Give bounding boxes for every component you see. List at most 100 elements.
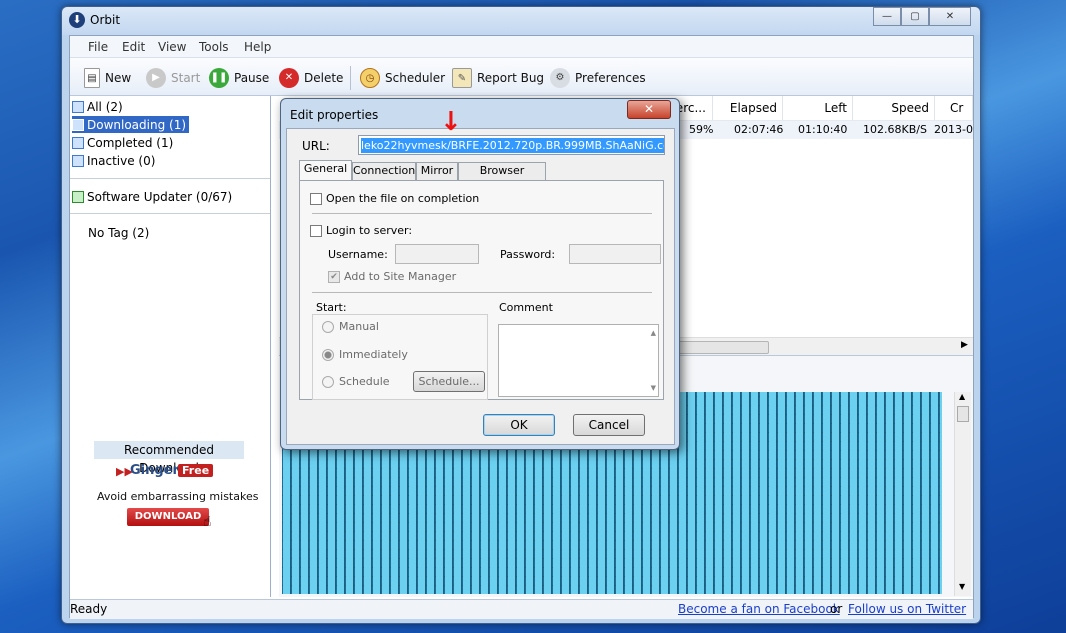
menu-tools[interactable]: Tools xyxy=(199,40,229,54)
checkbox-label: Open the file on completion xyxy=(326,192,480,205)
sidebar-item-no-tag[interactable]: No Tag (2) xyxy=(88,224,152,241)
radio-circle xyxy=(322,348,334,361)
menu-file[interactable]: File xyxy=(88,40,108,54)
manual-radio[interactable]: Manual xyxy=(322,320,379,333)
tab-connection[interactable]: Connection xyxy=(352,162,416,180)
username-label: Username: xyxy=(328,248,388,261)
scrollbar-thumb[interactable] xyxy=(957,406,969,422)
checkbox-box xyxy=(310,192,322,205)
sidebar-item-all[interactable]: All (2) xyxy=(72,98,126,115)
report-bug-label: Report Bug xyxy=(477,71,545,85)
start-button[interactable]: ▶ Start xyxy=(146,66,200,90)
sidebar-item-software-updater[interactable]: Software Updater (0/67) xyxy=(72,188,235,205)
column-header-speed[interactable]: Speed xyxy=(853,96,935,121)
column-header-elapsed[interactable]: Elapsed xyxy=(713,96,783,121)
check-icon: ✔ xyxy=(328,270,340,283)
preferences-button[interactable]: ⚙ Preferences xyxy=(550,66,646,90)
open-on-completion-checkbox[interactable]: Open the file on completion xyxy=(310,192,479,205)
close-window-button[interactable]: ✕ xyxy=(929,7,971,26)
clock-icon: ◷ xyxy=(360,68,380,88)
cell-speed: 102.68KB/S xyxy=(863,123,927,136)
schedule-button[interactable]: Schedule... xyxy=(413,371,485,392)
twitter-link[interactable]: Follow us on Twitter xyxy=(848,602,966,616)
scroll-down-icon[interactable]: ▼ xyxy=(959,582,965,591)
dialog-body: ↓ URL: leko22hyvmesk/BRFE.2012.720p.BR.9… xyxy=(286,107,675,445)
completed-icon xyxy=(72,136,84,149)
start-label: Start: xyxy=(316,301,347,314)
divider xyxy=(312,213,652,214)
cancel-button[interactable]: Cancel xyxy=(573,414,645,436)
menu-edit[interactable]: Edit xyxy=(122,40,145,54)
checkbox-label: Login to server: xyxy=(326,224,413,237)
cell-elapsed: 02:07:46 xyxy=(734,123,784,136)
comment-field[interactable]: ▲ ▼ xyxy=(498,324,659,397)
title-bar[interactable]: ⬇ Orbit — ▢ ✕ xyxy=(62,7,980,35)
tab-mirror[interactable]: Mirror xyxy=(416,162,458,180)
sidebar-item-label: Software Updater (0/67) xyxy=(87,189,233,204)
play-icon: ▶ xyxy=(146,68,166,88)
menu-view[interactable]: View xyxy=(158,40,186,54)
maximize-button[interactable]: ▢ xyxy=(901,7,929,26)
red-arrow-down-icon: ↓ xyxy=(440,107,462,137)
schedule-radio[interactable]: Schedule xyxy=(322,375,390,388)
download-icon xyxy=(72,118,84,131)
menu-bar: File Edit View Tools Help xyxy=(70,36,973,58)
tools-icon: ⚙ xyxy=(550,68,570,88)
ok-button[interactable]: OK xyxy=(483,414,555,436)
updater-icon xyxy=(72,190,84,203)
menu-help[interactable]: Help xyxy=(244,40,271,54)
divider xyxy=(70,213,270,214)
report-bug-button[interactable]: ✎ Report Bug xyxy=(452,66,544,90)
or-text: or xyxy=(830,602,843,616)
vertical-scrollbar[interactable]: ▲ ▼ xyxy=(954,392,971,596)
scheduler-button[interactable]: ◷ Scheduler xyxy=(360,66,445,90)
scroll-down-icon[interactable]: ▼ xyxy=(651,384,656,392)
radio-circle xyxy=(322,320,334,333)
scroll-up-icon[interactable]: ▲ xyxy=(651,329,656,337)
column-header-created[interactable]: Cr xyxy=(935,96,973,121)
ad-product-name[interactable]: Ginger xyxy=(130,463,179,478)
pause-button[interactable]: ❚❚ Pause xyxy=(209,66,269,90)
pause-icon: ❚❚ xyxy=(209,68,229,88)
ad-download-button[interactable]: DOWNLOAD xyxy=(127,508,209,526)
sidebar-item-label: No Tag (2) xyxy=(88,225,150,240)
facebook-link[interactable]: Become a fan on Facebook xyxy=(678,602,840,616)
sidebar-item-downloading[interactable]: Downloading (1) xyxy=(72,116,190,133)
toolbar-separator xyxy=(350,66,351,90)
delete-button[interactable]: ✕ Delete xyxy=(279,66,343,90)
sidebar-item-label: All (2) xyxy=(87,99,123,114)
dialog-close-button[interactable]: ✕ xyxy=(627,100,671,119)
minimize-button[interactable]: — xyxy=(873,7,901,26)
sidebar-item-completed[interactable]: Completed (1) xyxy=(72,134,176,151)
sidebar-item-inactive[interactable]: Inactive (0) xyxy=(72,152,158,169)
scheduler-label: Scheduler xyxy=(385,71,446,85)
inactive-icon xyxy=(72,154,84,167)
tab-general[interactable]: General xyxy=(299,160,352,180)
toolbar: ▤ New ▶ Start ❚❚ Pause ✕ Delete ◷ Schedu… xyxy=(70,58,973,96)
scrollbar-thumb[interactable] xyxy=(677,341,769,354)
sidebar-item-label: Downloading (1) xyxy=(87,117,187,132)
preferences-label: Preferences xyxy=(575,71,646,85)
url-label: URL: xyxy=(302,139,330,153)
url-field[interactable]: leko22hyvmesk/BRFE.2012.720p.BR.999MB.Sh… xyxy=(358,135,665,155)
password-field[interactable] xyxy=(569,244,661,264)
cell-created: 2013-01 xyxy=(934,123,973,136)
immediately-radio[interactable]: Immediately xyxy=(322,348,408,361)
cell-percent: 59% xyxy=(689,123,714,136)
username-field[interactable] xyxy=(395,244,479,264)
add-to-site-manager-checkbox[interactable]: ✔ Add to Site Manager xyxy=(328,270,456,283)
comment-label: Comment xyxy=(499,301,553,314)
login-to-server-checkbox[interactable]: Login to server: xyxy=(310,224,412,237)
column-header-left[interactable]: Left xyxy=(783,96,853,121)
scroll-right-icon[interactable]: ▶ xyxy=(961,340,968,350)
checkbox-box xyxy=(310,224,322,237)
status-bar: Ready Become a fan on Facebook or Follow… xyxy=(70,599,973,619)
new-button[interactable]: ▤ New xyxy=(84,66,131,90)
scroll-up-icon[interactable]: ▲ xyxy=(959,392,965,401)
tab-browser-context[interactable]: Browser Context xyxy=(458,162,546,193)
checkbox-label: Add to Site Manager xyxy=(344,270,457,283)
cell-left: 01:10:40 xyxy=(798,123,848,136)
radio-circle xyxy=(322,375,334,388)
ad-tagline: Avoid embarrassing mistakes xyxy=(97,490,259,503)
sidebar-item-label: Completed (1) xyxy=(87,135,174,150)
